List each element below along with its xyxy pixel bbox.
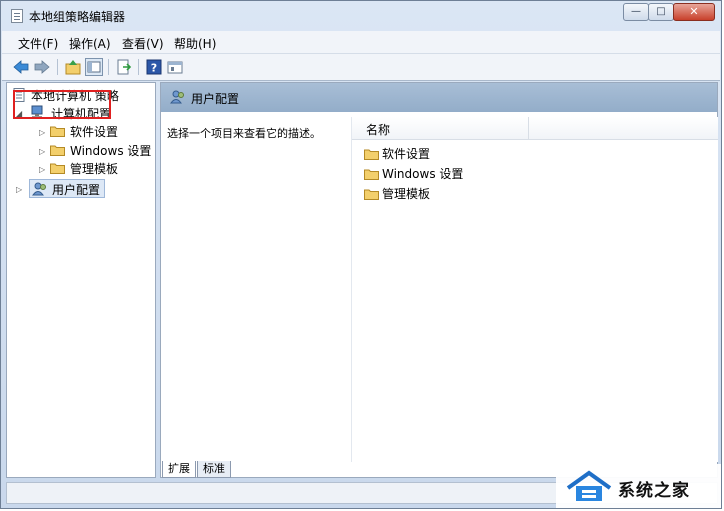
- column-name-header[interactable]: 名称: [366, 121, 390, 138]
- tab-standard[interactable]: 标准: [197, 461, 231, 478]
- tree-user-config[interactable]: 用户配置: [52, 181, 100, 198]
- toolbar-separator: [108, 59, 109, 75]
- properties-button[interactable]: [166, 58, 184, 76]
- minimize-button[interactable]: —: [623, 3, 649, 21]
- watermark-text: 系统之家: [618, 481, 690, 501]
- back-arrow-icon: [13, 60, 29, 74]
- folder-icon: [364, 169, 379, 180]
- export-icon: [117, 59, 132, 75]
- menu-action[interactable]: 操作(A): [69, 35, 111, 52]
- collapsed-arrow-icon[interactable]: ▷: [39, 147, 45, 156]
- menu-file[interactable]: 文件(F): [18, 35, 58, 52]
- show-tree-button[interactable]: [85, 58, 103, 76]
- properties-icon: [167, 61, 183, 74]
- tree-item-software-settings[interactable]: 软件设置: [70, 123, 118, 140]
- list-item[interactable]: 管理模板: [364, 185, 430, 202]
- up-folder-button[interactable]: [64, 58, 82, 76]
- item-list: 名称 软件设置 Windows 设置 管理模板: [351, 117, 718, 462]
- house-logo-icon: [566, 470, 612, 501]
- app-window: 本地组策略编辑器 — □ ✕ 文件(F) 操作(A) 查看(V) 帮助(H) ?…: [0, 0, 722, 509]
- toolbar-separator: [138, 59, 139, 75]
- menu-view[interactable]: 查看(V): [122, 35, 164, 52]
- folder-icon: [50, 145, 65, 156]
- list-item-label: Windows 设置: [382, 167, 464, 181]
- view-tabs: 扩展 标准: [160, 461, 360, 479]
- folder-icon: [50, 126, 65, 137]
- forward-button[interactable]: [33, 58, 51, 76]
- users-icon: [32, 182, 46, 196]
- back-button[interactable]: [12, 58, 30, 76]
- list-item[interactable]: 软件设置: [364, 145, 430, 162]
- column-divider[interactable]: [528, 117, 529, 139]
- close-button[interactable]: ✕: [673, 3, 715, 21]
- collapsed-arrow-icon[interactable]: ▷: [39, 165, 45, 174]
- maximize-button[interactable]: □: [648, 3, 674, 21]
- title-bar[interactable]: 本地组策略编辑器 — □ ✕: [1, 1, 721, 31]
- window-controls: — □ ✕: [623, 3, 715, 21]
- export-list-button[interactable]: [115, 58, 133, 76]
- column-header: 名称: [352, 117, 718, 140]
- folder-icon: [50, 163, 65, 174]
- tab-extended[interactable]: 扩展: [162, 461, 196, 478]
- folder-icon: [364, 149, 379, 160]
- toolbar: ?: [2, 54, 720, 81]
- description-text: 选择一个项目来查看它的描述。: [167, 127, 321, 140]
- toolbar-separator: [57, 59, 58, 75]
- svg-text:?: ?: [151, 62, 157, 75]
- list-item[interactable]: Windows 设置: [364, 165, 463, 182]
- collapsed-arrow-icon[interactable]: ▷: [16, 185, 22, 194]
- help-icon: ?: [146, 59, 162, 75]
- help-button[interactable]: ?: [145, 58, 163, 76]
- console-tree: 本地计算机 策略 ◢ 计算机配置 ▷ 软件设置 ▷ Windows 设置 ▷ 管…: [6, 82, 156, 478]
- policy-editor-icon: [11, 9, 23, 23]
- collapsed-arrow-icon[interactable]: ▷: [39, 128, 45, 137]
- highlight-box: [13, 90, 111, 119]
- folder-icon: [364, 189, 379, 200]
- details-header-title: 用户配置: [191, 92, 240, 106]
- details-pane: 用户配置 选择一个项目来查看它的描述。 名称 软件设置 Windows 设置 管…: [160, 82, 718, 478]
- menu-bar: 文件(F) 操作(A) 查看(V) 帮助(H): [2, 31, 720, 54]
- watermark-logo: 系统之家: [556, 464, 721, 508]
- users-icon: [170, 90, 184, 104]
- up-folder-icon: [65, 60, 81, 75]
- tree-item-windows-settings[interactable]: Windows 设置: [70, 142, 151, 159]
- list-item-label: 管理模板: [382, 187, 431, 201]
- menu-help[interactable]: 帮助(H): [174, 35, 216, 52]
- details-header: 用户配置: [161, 83, 717, 112]
- tree-item-admin-templates[interactable]: 管理模板: [70, 160, 118, 177]
- forward-arrow-icon: [34, 60, 50, 74]
- list-item-label: 软件设置: [382, 147, 431, 161]
- console-tree-icon: [87, 61, 101, 73]
- window-title: 本地组策略编辑器: [29, 10, 126, 24]
